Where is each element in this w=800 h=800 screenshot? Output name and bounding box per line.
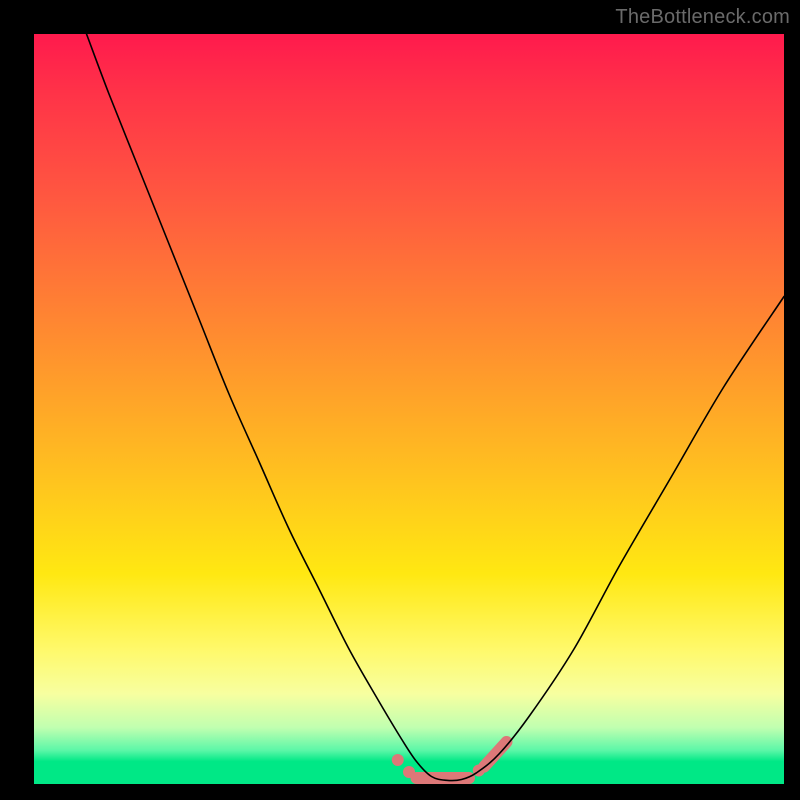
marker-dot — [403, 766, 415, 778]
chart-frame: TheBottleneck.com — [0, 0, 800, 800]
marker-dot — [392, 754, 404, 766]
bottleneck-curve — [87, 34, 785, 781]
chart-svg — [34, 34, 784, 784]
watermark-text: TheBottleneck.com — [615, 6, 790, 29]
marker-layer — [392, 742, 507, 778]
marker-slope-segment — [484, 742, 507, 767]
plot-area — [34, 34, 784, 784]
